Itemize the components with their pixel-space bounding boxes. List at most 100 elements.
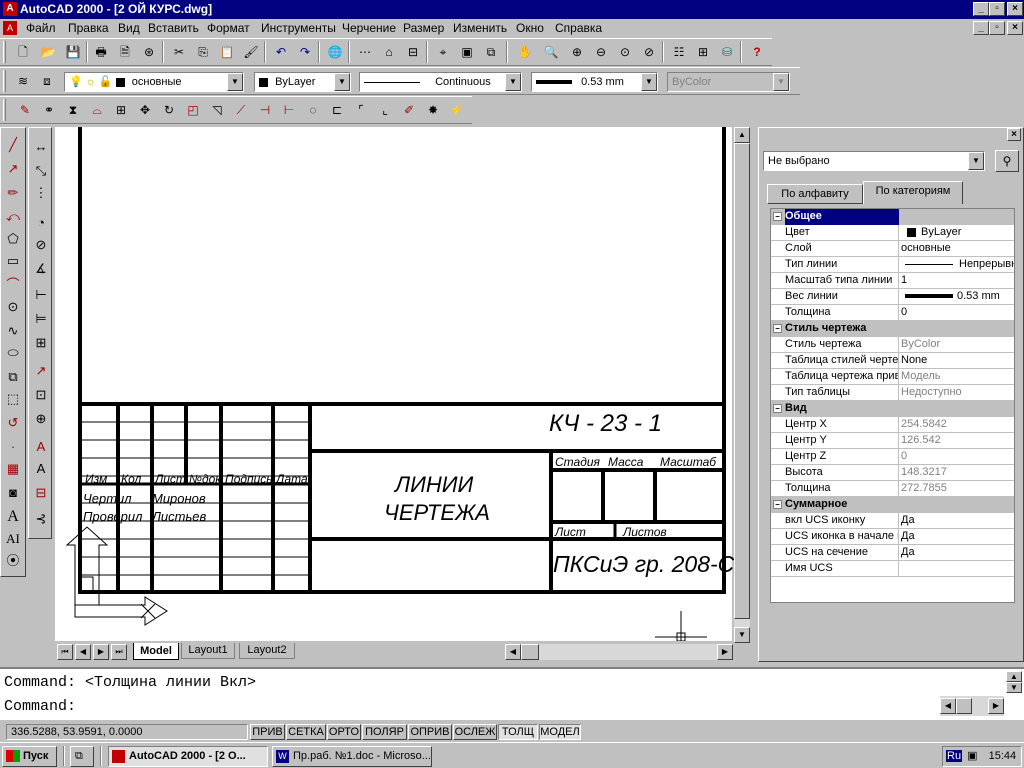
leader-icon[interactable]: ↗	[29, 360, 53, 382]
menu-view[interactable]: Вид	[118, 21, 140, 35]
distance-icon[interactable]: ⊟	[402, 41, 424, 63]
erase-icon[interactable]: ✎	[14, 99, 36, 121]
property-row[interactable]: Вес линии 0.53 mm	[771, 289, 1014, 305]
property-value[interactable]: Недоступно	[901, 385, 1014, 400]
chamfer-icon[interactable]: ⌜	[350, 99, 372, 121]
property-row[interactable]: UCS на сечение Да	[771, 545, 1014, 561]
menu-file[interactable]: Файл	[26, 21, 56, 35]
dynamite-icon[interactable]: ⚡	[446, 99, 468, 121]
preview-icon[interactable]: 🗎	[114, 41, 136, 63]
sun-icon[interactable]: ☼	[86, 76, 96, 88]
command-vertical-scrollbar[interactable]: ▲ ▼	[1006, 671, 1022, 693]
cut-icon[interactable]: ✂	[168, 41, 190, 63]
chevron-down-icon[interactable]: ▼	[505, 73, 521, 91]
zoom-all-icon[interactable]: ⊘	[638, 41, 660, 63]
property-row[interactable]: Таблица чертежа прив Модель	[771, 369, 1014, 385]
property-value[interactable]: Да	[901, 545, 1014, 560]
ellipse-arc-icon[interactable]: ↺	[1, 412, 25, 434]
dim-style-icon[interactable]: ⊰	[29, 508, 53, 530]
toolbar-grip[interactable]	[3, 41, 6, 63]
palette-close-button[interactable]: ×	[1007, 128, 1021, 141]
cmd-scroll-left[interactable]: ◀	[940, 698, 956, 714]
minimize-button[interactable]: _	[973, 2, 989, 16]
property-row[interactable]: Цвет ByLayer	[771, 225, 1014, 241]
snap-from-icon[interactable]: ⋯	[354, 41, 376, 63]
open-icon[interactable]: 📂	[37, 41, 59, 63]
zoom-window-icon[interactable]: ⊕	[566, 41, 588, 63]
scroll-thumb[interactable]	[734, 143, 750, 619]
redo-icon[interactable]: ↷	[294, 41, 316, 63]
arc-icon[interactable]: ⌒	[1, 274, 25, 296]
baseline-dim-icon[interactable]: ⊨	[29, 308, 53, 330]
drawing-vertical-scrollbar[interactable]: ▲ ▼	[734, 127, 750, 643]
chevron-down-icon[interactable]: ▼	[334, 73, 350, 91]
xline-icon[interactable]: ✏	[1, 182, 25, 204]
make-block-icon[interactable]: ⬚	[1, 388, 25, 410]
scroll-up-button[interactable]: ▲	[734, 127, 750, 143]
copy-icon[interactable]: ⎘	[192, 41, 214, 63]
property-category[interactable]: − Суммарное	[771, 497, 1014, 513]
horizontal-scrollbar[interactable]: ◀ ▶	[505, 644, 733, 660]
menu-tools[interactable]: Инструменты	[261, 21, 336, 35]
publish-icon[interactable]: ⊛	[138, 41, 160, 63]
mirror-icon[interactable]: ⧗	[62, 99, 84, 121]
quick-dim-icon[interactable]: ⊢	[29, 284, 53, 306]
command-horizontal-scrollbar[interactable]: ◀ ▶	[940, 696, 1004, 716]
property-value[interactable]: ByColor	[901, 337, 1014, 352]
property-value[interactable]: Модель	[901, 369, 1014, 384]
menu-edit[interactable]: Правка	[68, 21, 109, 35]
linetype-combo[interactable]: Continuous ▼	[359, 72, 522, 92]
lock-icon[interactable]: 🔓	[99, 76, 113, 88]
properties-icon[interactable]: ☷	[668, 41, 690, 63]
circle-icon[interactable]: ⊙	[1, 296, 25, 318]
scale-icon[interactable]: ◰	[182, 99, 204, 121]
lightbulb-icon[interactable]: 💡	[69, 76, 83, 88]
task-autocad[interactable]: AutoCAD 2000 - [2 О...	[108, 746, 268, 767]
prev-tab-icon[interactable]: ◀	[75, 644, 91, 660]
property-row[interactable]: Центр Z0	[771, 449, 1014, 465]
aerial-view-icon[interactable]: ⌖	[432, 41, 454, 63]
make-current-layer-icon[interactable]: ⧈	[36, 70, 58, 92]
property-category[interactable]: − Общее	[771, 209, 1014, 225]
match-properties-icon[interactable]: 🖌	[240, 41, 262, 63]
chevron-down-icon[interactable]: ▼	[641, 73, 657, 91]
hatch-icon[interactable]: ▦	[1, 458, 25, 480]
mtext-icon[interactable]: A	[1, 506, 25, 528]
property-value[interactable]: 272.7855	[901, 481, 1014, 496]
fillet-icon[interactable]: ⌞	[374, 99, 396, 121]
doc-minimize-button[interactable]: _	[973, 21, 989, 35]
zoom-previous-icon[interactable]: ⊖	[590, 41, 612, 63]
property-row[interactable]: Имя UCS	[771, 561, 1014, 577]
property-row[interactable]: Центр X 254.5842	[771, 417, 1014, 433]
property-value[interactable]: ByLayer	[901, 225, 1014, 240]
menu-help[interactable]: Справка	[555, 21, 602, 35]
array-icon[interactable]: ⊞	[110, 99, 132, 121]
property-row[interactable]: Масштаб типа линии 1	[771, 273, 1014, 289]
extend-icon[interactable]: ⊢	[278, 99, 300, 121]
tab-layout2[interactable]: Layout2	[239, 643, 295, 659]
menu-insert[interactable]: Вставить	[148, 21, 199, 35]
tab-categorized[interactable]: По категориям	[863, 181, 963, 204]
zoom-extents-icon[interactable]: ⊙	[614, 41, 636, 63]
menu-draw[interactable]: Черчение	[342, 21, 396, 35]
property-row[interactable]: вкл UCS иконку Да	[771, 513, 1014, 529]
paste-icon[interactable]: 📋	[216, 41, 238, 63]
dim-update-icon[interactable]: ⊟	[29, 482, 53, 504]
collapse-icon[interactable]: −	[773, 404, 782, 413]
menu-window[interactable]: Окно	[516, 21, 544, 35]
toggle-osnap[interactable]: ОПРИВ	[408, 724, 452, 740]
save-icon[interactable]: 💾	[62, 41, 84, 63]
layers-icon[interactable]: ≋	[12, 70, 34, 92]
menu-dimension[interactable]: Размер	[403, 21, 444, 35]
close-button[interactable]: ×	[1007, 2, 1023, 16]
maximize-button[interactable]: ▫	[989, 2, 1005, 16]
insert-block-icon[interactable]: ⧉	[1, 366, 25, 388]
undo-icon[interactable]: ↶	[270, 41, 292, 63]
rectangle-icon[interactable]: ▭	[1, 250, 25, 272]
property-row[interactable]: Центр Y 126.542	[771, 433, 1014, 449]
trim-icon[interactable]: ⊣	[254, 99, 276, 121]
toggle-lwt[interactable]: ТОЛЩ	[498, 724, 538, 740]
last-tab-icon[interactable]: ⏭	[111, 644, 127, 660]
autocad-app-icon[interactable]: A	[3, 2, 17, 16]
next-tab-icon[interactable]: ▶	[93, 644, 109, 660]
